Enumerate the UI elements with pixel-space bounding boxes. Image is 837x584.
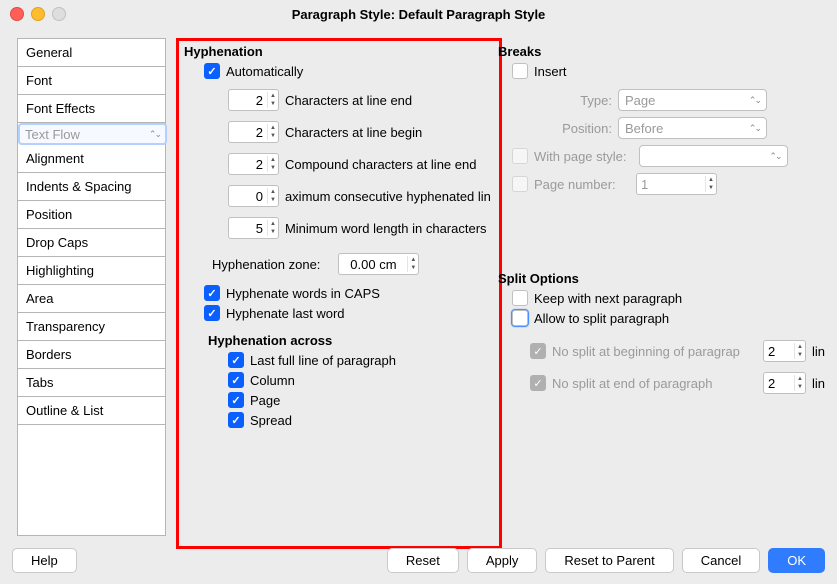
tab-font-effects[interactable]: Font Effects bbox=[18, 95, 165, 123]
spin-max-consecutive[interactable]: ▲▼ bbox=[228, 185, 279, 207]
zoom-icon[interactable] bbox=[52, 7, 66, 21]
input-no-split-end[interactable] bbox=[764, 376, 794, 391]
spin-no-split-end[interactable]: ▲▼ bbox=[763, 372, 806, 394]
lbl-chars-line-end: Characters at line end bbox=[285, 93, 412, 108]
lbl-spread: Spread bbox=[250, 413, 292, 428]
chk-page[interactable] bbox=[228, 392, 244, 408]
spin-compound-chars[interactable]: ▲▼ bbox=[228, 153, 279, 175]
lbl-last-full-line: Last full line of paragraph bbox=[250, 353, 396, 368]
lbl-no-split-end: No split at end of paragraph bbox=[552, 376, 757, 391]
ok-button[interactable]: OK bbox=[768, 548, 825, 573]
tab-text-flow[interactable]: Text Flow bbox=[18, 123, 167, 145]
input-compound-chars[interactable] bbox=[229, 157, 267, 172]
lbl-type: Type: bbox=[512, 93, 612, 108]
input-chars-line-end[interactable] bbox=[229, 93, 267, 108]
lbl-max-consecutive: aximum consecutive hyphenated lin bbox=[285, 189, 491, 204]
lbl-hyph-last-word: Hyphenate last word bbox=[226, 306, 345, 321]
tab-indents-spacing[interactable]: Indents & Spacing bbox=[18, 173, 165, 201]
lbl-insert: Insert bbox=[534, 64, 567, 79]
chk-column[interactable] bbox=[228, 372, 244, 388]
lbl-automatically: Automatically bbox=[226, 64, 303, 79]
spin-page-number: ▲▼ bbox=[636, 173, 717, 195]
sel-type[interactable]: Page bbox=[618, 89, 767, 111]
chk-allow-split[interactable] bbox=[512, 310, 528, 326]
tab-area[interactable]: Area bbox=[18, 285, 165, 313]
hyphenation-title: Hyphenation bbox=[184, 44, 492, 59]
spin-chars-line-begin[interactable]: ▲▼ bbox=[228, 121, 279, 143]
spin-no-split-begin[interactable]: ▲▼ bbox=[763, 340, 806, 362]
input-no-split-begin[interactable] bbox=[764, 344, 794, 359]
lbl-lines-1: lin bbox=[812, 344, 825, 359]
input-max-consecutive[interactable] bbox=[229, 189, 267, 204]
sel-position-value: Before bbox=[625, 121, 663, 136]
lbl-chars-line-begin: Characters at line begin bbox=[285, 125, 422, 140]
main-panel: Hyphenation Automatically ▲▼ Characters … bbox=[174, 38, 825, 536]
titlebar: Paragraph Style: Default Paragraph Style bbox=[0, 0, 837, 28]
lbl-allow-split: Allow to split paragraph bbox=[534, 311, 669, 326]
minimize-icon[interactable] bbox=[31, 7, 45, 21]
tablist: General Font Font Effects Text Flow Alig… bbox=[17, 38, 166, 536]
lbl-page-number: Page number: bbox=[534, 177, 630, 192]
spin-hyph-zone[interactable]: ▲▼ bbox=[338, 253, 419, 275]
tab-transparency[interactable]: Transparency bbox=[18, 313, 165, 341]
input-hyph-zone[interactable] bbox=[339, 257, 407, 272]
chk-with-page-style bbox=[512, 148, 528, 164]
reset-to-parent-button[interactable]: Reset to Parent bbox=[545, 548, 673, 573]
chk-hyph-last-word[interactable] bbox=[204, 305, 220, 321]
lbl-lines-2: lin bbox=[812, 376, 825, 391]
chk-last-full-line[interactable] bbox=[228, 352, 244, 368]
footer: Help Reset Apply Reset to Parent Cancel … bbox=[12, 544, 825, 576]
sel-type-value: Page bbox=[625, 93, 655, 108]
breaks-title: Breaks bbox=[498, 44, 825, 59]
chk-automatically[interactable] bbox=[204, 63, 220, 79]
lbl-min-word-len: Minimum word length in characters bbox=[285, 221, 487, 236]
chk-no-split-begin bbox=[530, 343, 546, 359]
help-button[interactable]: Help bbox=[12, 548, 77, 573]
split-title: Split Options bbox=[498, 271, 825, 286]
lbl-hyph-caps: Hyphenate words in CAPS bbox=[226, 286, 380, 301]
tab-alignment[interactable]: Alignment bbox=[18, 145, 165, 173]
lbl-no-split-begin: No split at beginning of paragrap bbox=[552, 344, 757, 359]
tab-general[interactable]: General bbox=[18, 39, 165, 67]
lbl-compound-chars: Compound characters at line end bbox=[285, 157, 477, 172]
sel-page-style bbox=[639, 145, 788, 167]
tab-drop-caps[interactable]: Drop Caps bbox=[18, 229, 165, 257]
input-chars-line-begin[interactable] bbox=[229, 125, 267, 140]
chk-page-number bbox=[512, 176, 528, 192]
chk-keep-next[interactable] bbox=[512, 290, 528, 306]
spin-min-word-len[interactable]: ▲▼ bbox=[228, 217, 279, 239]
apply-button[interactable]: Apply bbox=[467, 548, 538, 573]
lbl-column: Column bbox=[250, 373, 295, 388]
reset-button[interactable]: Reset bbox=[387, 548, 459, 573]
lbl-hyph-zone: Hyphenation zone: bbox=[212, 257, 320, 272]
chk-hyph-caps[interactable] bbox=[204, 285, 220, 301]
tab-highlighting[interactable]: Highlighting bbox=[18, 257, 165, 285]
chk-no-split-end bbox=[530, 375, 546, 391]
window: Paragraph Style: Default Paragraph Style… bbox=[0, 0, 837, 584]
dialog-body: General Font Font Effects Text Flow Alig… bbox=[12, 38, 825, 536]
window-controls bbox=[10, 7, 66, 21]
lbl-position: Position: bbox=[512, 121, 612, 136]
lbl-page: Page bbox=[250, 393, 280, 408]
chk-spread[interactable] bbox=[228, 412, 244, 428]
close-icon[interactable] bbox=[10, 7, 24, 21]
chk-insert[interactable] bbox=[512, 63, 528, 79]
lbl-keep-next: Keep with next paragraph bbox=[534, 291, 682, 306]
hyph-across-title: Hyphenation across bbox=[208, 333, 492, 348]
tab-outline-list[interactable]: Outline & List bbox=[18, 397, 165, 425]
cancel-button[interactable]: Cancel bbox=[682, 548, 760, 573]
tab-tabs[interactable]: Tabs bbox=[18, 369, 165, 397]
input-min-word-len[interactable] bbox=[229, 221, 267, 236]
lbl-with-page-style: With page style: bbox=[534, 149, 627, 164]
sel-position[interactable]: Before bbox=[618, 117, 767, 139]
tab-position[interactable]: Position bbox=[18, 201, 165, 229]
tab-borders[interactable]: Borders bbox=[18, 341, 165, 369]
tab-font[interactable]: Font bbox=[18, 67, 165, 95]
input-page-number bbox=[637, 177, 705, 192]
spin-chars-line-end[interactable]: ▲▼ bbox=[228, 89, 279, 111]
window-title: Paragraph Style: Default Paragraph Style bbox=[292, 7, 546, 22]
